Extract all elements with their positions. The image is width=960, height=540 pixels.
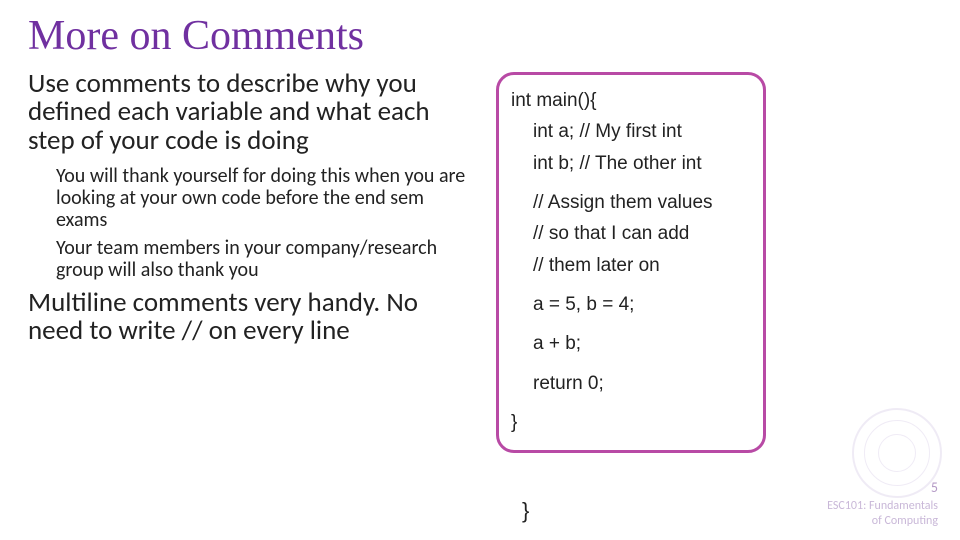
bullet-main-2: Multiline comments very handy. No need t… — [28, 289, 478, 346]
code-line: // Assign them values — [511, 187, 753, 218]
code-line: } — [511, 407, 753, 438]
bullet-sub-2: Your team members in your company/resear… — [28, 237, 478, 281]
text-column: Use comments to describe why you defined… — [28, 70, 478, 453]
code-example-box: int main(){ int a; // My first int int b… — [496, 72, 766, 453]
code-line: // them later on — [511, 250, 753, 281]
code-line: a + b; — [511, 328, 753, 359]
code-line: return 0; — [511, 368, 753, 399]
course-label-1: ESC101: Fundamentals — [827, 499, 938, 513]
stray-brace: } — [522, 498, 529, 524]
course-label-2: of Computing — [872, 514, 938, 528]
code-line: a = 5, b = 4; — [511, 289, 753, 320]
bullet-main-1: Use comments to describe why you defined… — [28, 70, 478, 155]
slide: More on Comments Use comments to describ… — [0, 0, 960, 540]
slide-title: More on Comments — [28, 12, 932, 60]
code-line: int a; // My first int — [511, 116, 753, 147]
code-line: // so that I can add — [511, 218, 753, 249]
code-line: int main(){ — [511, 85, 753, 116]
bullet-sub-1: You will thank yourself for doing this w… — [28, 165, 478, 231]
page-number: 5 — [827, 480, 938, 497]
content-row: Use comments to describe why you defined… — [28, 70, 932, 453]
code-line: int b; // The other int — [511, 148, 753, 179]
footer: 5 ESC101: Fundamentals of Computing — [827, 480, 938, 528]
